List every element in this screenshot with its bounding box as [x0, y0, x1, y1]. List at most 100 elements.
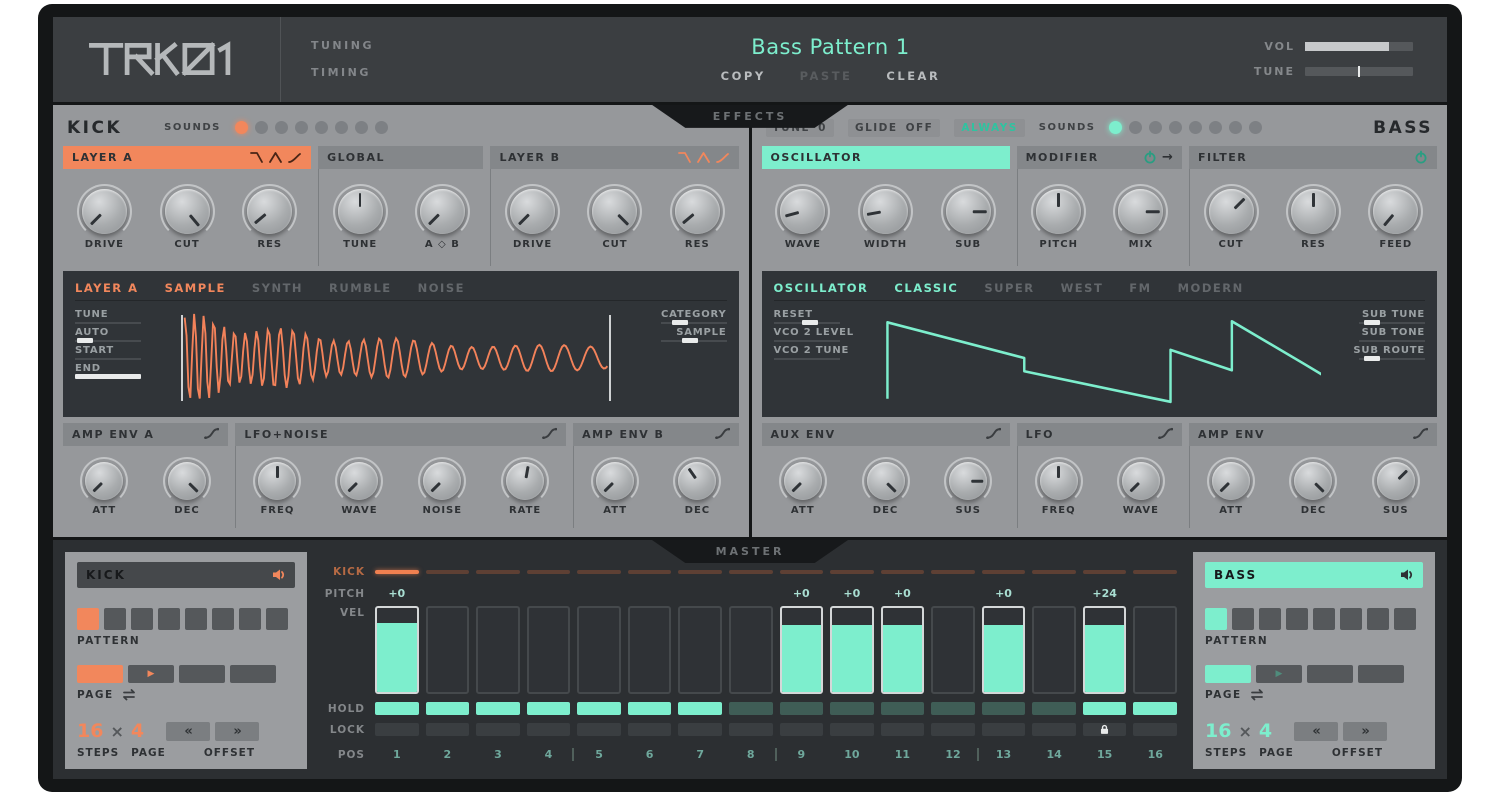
- cut-knob[interactable]: [592, 189, 637, 234]
- dec-knob[interactable]: [1294, 462, 1332, 500]
- vel-bar-15[interactable]: [1083, 606, 1127, 694]
- panel-header-layer-a[interactable]: LAYER A: [63, 146, 311, 169]
- lock-step-14[interactable]: [1032, 723, 1076, 736]
- param-handle[interactable]: [1364, 356, 1380, 361]
- hold-step-3[interactable]: [476, 702, 520, 715]
- nav-timing[interactable]: TIMING: [311, 66, 466, 79]
- tab-west[interactable]: WEST: [1061, 281, 1104, 295]
- track-header-kick[interactable]: KICK: [77, 562, 295, 588]
- vel-bar-11[interactable]: [881, 606, 925, 694]
- vel-bar-1[interactable]: [375, 606, 419, 694]
- pitch-value-11[interactable]: +0: [881, 584, 925, 604]
- env-header-lfo[interactable]: LFO: [1017, 423, 1182, 446]
- kick-trigger-cell[interactable]: [375, 566, 419, 578]
- pitch-value-8[interactable]: [729, 584, 773, 604]
- pattern-slot-3[interactable]: [131, 608, 153, 630]
- lock-step-4[interactable]: [527, 723, 571, 736]
- pitch-value-10[interactable]: +0: [830, 584, 874, 604]
- pitch-value-3[interactable]: [476, 584, 520, 604]
- param-vco-2-level[interactable]: VCO 2 LEVEL: [774, 327, 870, 342]
- lock-step-9[interactable]: [780, 723, 824, 736]
- mix-knob[interactable]: [1118, 189, 1163, 234]
- sus-knob[interactable]: [1377, 462, 1415, 500]
- kick-trigger-cell[interactable]: [426, 566, 470, 578]
- pattern-slot-6[interactable]: [1340, 608, 1362, 630]
- volume-slider[interactable]: [1305, 42, 1413, 51]
- tab-modern[interactable]: MODERN: [1178, 281, 1244, 295]
- lock-step-5[interactable]: [577, 723, 621, 736]
- env-header-lfo-noise[interactable]: LFO+NOISE: [235, 423, 566, 446]
- freq-knob[interactable]: [1040, 462, 1078, 500]
- tab-fm[interactable]: FM: [1129, 281, 1151, 295]
- tune-knob[interactable]: [338, 189, 383, 234]
- panel-header-modifier[interactable]: MODIFIER→: [1017, 146, 1182, 169]
- pitch-value-16[interactable]: [1133, 584, 1177, 604]
- pattern-slot-2[interactable]: [1232, 608, 1254, 630]
- param-sub-route[interactable]: SUB ROUTE: [1353, 345, 1425, 360]
- param-start[interactable]: START: [75, 345, 171, 360]
- param-slider[interactable]: [75, 322, 141, 324]
- param-sub-tone[interactable]: SUB TONE: [1359, 327, 1425, 342]
- param-slider[interactable]: [75, 358, 141, 360]
- pitch-value-1[interactable]: +0: [375, 584, 419, 604]
- hold-step-2[interactable]: [426, 702, 470, 715]
- att-knob[interactable]: [1212, 462, 1250, 500]
- offset-next-button[interactable]: »: [215, 722, 259, 741]
- env-header-amp-env[interactable]: AMP ENV: [1189, 423, 1437, 446]
- vel-bar-16[interactable]: [1133, 606, 1177, 694]
- param-sample[interactable]: SAMPLE: [661, 327, 727, 342]
- noise-knob[interactable]: [423, 462, 461, 500]
- sound-slot-4[interactable]: [295, 121, 308, 134]
- sound-slot-7[interactable]: [1229, 121, 1242, 134]
- kick-trigger-cell[interactable]: [678, 566, 722, 578]
- cut-knob[interactable]: [165, 189, 210, 234]
- pattern-slot-5[interactable]: [185, 608, 207, 630]
- env-header-aux-env[interactable]: AUX ENV: [762, 423, 1010, 446]
- sound-slot-3[interactable]: [1149, 121, 1162, 134]
- lock-step-3[interactable]: [476, 723, 520, 736]
- res-knob[interactable]: [247, 189, 292, 234]
- sound-slot-2[interactable]: [1129, 121, 1142, 134]
- param-category[interactable]: CATEGORY: [661, 309, 727, 324]
- hold-step-14[interactable]: [1032, 702, 1076, 715]
- speaker-icon[interactable]: [272, 568, 286, 582]
- wave-knob[interactable]: [780, 189, 825, 234]
- kick-trigger-cell[interactable]: [476, 566, 520, 578]
- hold-step-9[interactable]: [780, 702, 824, 715]
- clear-button[interactable]: CLEAR: [886, 69, 940, 83]
- page-button-4[interactable]: [1358, 665, 1404, 683]
- kick-trigger-cell[interactable]: [577, 566, 621, 578]
- panel-header-filter[interactable]: FILTER: [1189, 146, 1437, 169]
- feed-knob[interactable]: [1373, 189, 1418, 234]
- hold-step-10[interactable]: [830, 702, 874, 715]
- sound-slot-5[interactable]: [1189, 121, 1202, 134]
- power-icon[interactable]: [1414, 150, 1428, 164]
- vel-bar-14[interactable]: [1032, 606, 1076, 694]
- pattern-slot-6[interactable]: [212, 608, 234, 630]
- param-tune[interactable]: TUNE: [75, 309, 171, 324]
- sound-slot-7[interactable]: [355, 121, 368, 134]
- offset-next-button[interactable]: »: [1343, 722, 1387, 741]
- width-knob[interactable]: [863, 189, 908, 234]
- wave-knob[interactable]: [340, 462, 378, 500]
- pitch-value-14[interactable]: [1032, 584, 1076, 604]
- power-icon[interactable]: [1143, 150, 1157, 164]
- sample-end-marker[interactable]: [609, 315, 611, 401]
- steps-value[interactable]: 16: [1205, 720, 1231, 742]
- tab-master[interactable]: MASTER: [652, 540, 848, 563]
- vel-bar-6[interactable]: [628, 606, 672, 694]
- lock-step-12[interactable]: [931, 723, 975, 736]
- vel-bar-2[interactable]: [426, 606, 470, 694]
- sound-slot-8[interactable]: [1249, 121, 1262, 134]
- page-button-2[interactable]: ▶: [1256, 665, 1302, 683]
- sub-knob[interactable]: [946, 189, 991, 234]
- param-reset[interactable]: RESET: [774, 309, 870, 324]
- kick-trigger-cell[interactable]: [628, 566, 672, 578]
- dec-knob[interactable]: [678, 462, 716, 500]
- wave-knob[interactable]: [1122, 462, 1160, 500]
- pattern-slot-1[interactable]: [1205, 608, 1227, 630]
- sound-slot-2[interactable]: [255, 121, 268, 134]
- param-handle[interactable]: [672, 320, 688, 325]
- page-button-2[interactable]: ▶: [128, 665, 174, 683]
- pitch-value-5[interactable]: [577, 584, 621, 604]
